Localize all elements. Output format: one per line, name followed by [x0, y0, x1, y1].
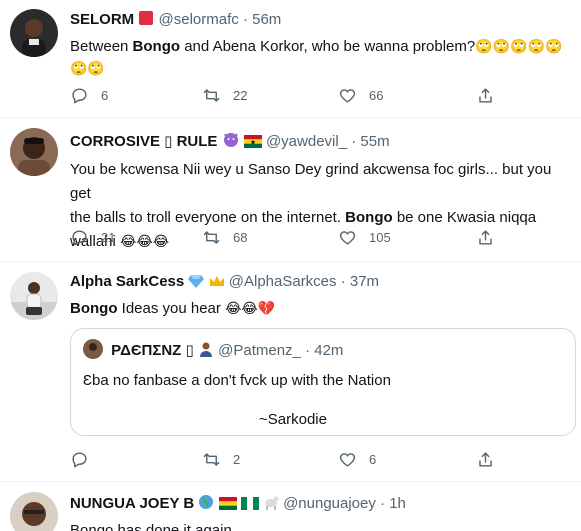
retweet-icon	[203, 89, 220, 102]
author-name[interactable]: Alpha SarkCess	[70, 273, 184, 290]
retweet-count: 2	[233, 452, 241, 467]
quoted-author-name[interactable]: ΡΔЄΠΣΝΖ ▯	[111, 342, 194, 359]
retweet-button[interactable]: 2	[202, 450, 240, 469]
separator-dot: ·	[380, 495, 386, 512]
crown-icon	[209, 274, 225, 294]
timestamp[interactable]: 55m	[360, 133, 389, 150]
share-button[interactable]	[476, 228, 495, 247]
like-count: 66	[369, 88, 384, 103]
like-button[interactable]: 66	[338, 86, 383, 105]
timestamp[interactable]: 1h	[389, 495, 406, 512]
author-handle[interactable]: @selormafc	[159, 11, 239, 28]
reply-icon	[72, 452, 87, 468]
author-handle[interactable]: @AlphaSarkces	[229, 273, 337, 290]
retweet-icon	[203, 231, 220, 244]
separator-dot: ·	[351, 133, 357, 150]
retweet-button[interactable]: 22	[202, 86, 247, 105]
author-name[interactable]: CORROSIVE ▯ RULE	[70, 133, 217, 150]
share-icon	[479, 230, 492, 245]
retweet-count: 68	[233, 230, 248, 245]
retweet-icon	[203, 453, 220, 466]
like-button[interactable]: 105	[338, 228, 391, 247]
author-handle[interactable]: @yawdevil_	[266, 133, 347, 150]
red-square-icon	[138, 10, 154, 32]
tweet-actions: 2 6	[70, 450, 500, 470]
emoji-eyeroll: 🙄🙄	[70, 61, 105, 77]
quoted-text: Ɛba no fanbase a don't fvck up with the …	[83, 372, 391, 389]
emoji-laughing-brokenheart: 😂😂💔	[225, 301, 276, 317]
goat-icon	[263, 494, 279, 516]
retweet-button[interactable]: 68	[202, 228, 247, 247]
person-emoji-icon	[198, 341, 214, 361]
ghana-flag-icon	[218, 496, 237, 516]
tweet-alpha-sarkcess[interactable]: Alpha SarkCess @AlphaSarkces · 37m Bongo…	[0, 262, 581, 482]
separator-dot: ·	[242, 11, 248, 28]
like-count: 105	[369, 230, 391, 245]
timestamp[interactable]: 37m	[350, 273, 379, 290]
share-icon	[479, 452, 492, 467]
devil-emoji-icon	[222, 130, 240, 154]
emoji-eyeroll: 🙄🙄🙄🙄🙄	[475, 39, 563, 55]
share-button[interactable]	[476, 450, 495, 469]
quoted-signature: ~Sarkodie	[259, 411, 327, 428]
quoted-avatar[interactable]	[83, 339, 103, 359]
author-handle[interactable]: @nunguajoey	[283, 495, 376, 512]
separator-dot: ·	[305, 342, 311, 359]
share-icon	[479, 88, 492, 103]
author-name[interactable]: SELORM	[70, 11, 134, 28]
reply-button[interactable]: 6	[70, 86, 108, 105]
reply-icon	[72, 88, 87, 104]
tweet-text: Bongo Ideas you hear 😂😂💔	[70, 300, 276, 317]
tweet-nungua-joey[interactable]: NUNGUA JOEY B @nunguajoey · 1h Bongo has…	[0, 482, 581, 531]
reply-button[interactable]: 21	[70, 228, 115, 247]
tweet-actions: 6 22 66	[70, 86, 500, 106]
like-icon	[339, 453, 356, 467]
avatar[interactable]	[10, 492, 58, 531]
tweet-text: Between Bongo and Abena Korkor, who be w…	[70, 38, 563, 77]
tweet-corrosive[interactable]: CORROSIVE ▯ RULE @yawdevil_ · 55m You be…	[0, 118, 581, 262]
globe-icon	[198, 494, 214, 516]
like-button[interactable]: 6	[338, 450, 376, 469]
retweet-count: 22	[233, 88, 248, 103]
reply-button[interactable]	[70, 450, 101, 469]
reply-icon	[72, 230, 87, 246]
nigeria-flag-icon	[240, 496, 259, 516]
author-name[interactable]: NUNGUA JOEY B	[70, 495, 194, 512]
quoted-author-handle[interactable]: @Patmenz_	[218, 342, 301, 359]
share-button[interactable]	[476, 86, 495, 105]
ghana-flag-icon	[243, 134, 262, 154]
avatar[interactable]	[10, 272, 58, 320]
reply-count: 6	[101, 88, 109, 103]
separator-dot: ·	[340, 273, 346, 290]
avatar[interactable]	[10, 128, 58, 176]
reply-count: 21	[101, 230, 116, 245]
quoted-timestamp: 42m	[314, 342, 344, 359]
tweet-text: Bongo has done it again	[70, 522, 232, 531]
gem-icon	[188, 274, 205, 294]
like-count: 6	[369, 452, 377, 467]
avatar[interactable]	[10, 9, 58, 57]
timestamp[interactable]: 56m	[252, 11, 281, 28]
quoted-tweet[interactable]: ΡΔЄΠΣΝΖ ▯ @Patmenz_ · 42m Ɛba no fanbase…	[70, 328, 576, 436]
tweet-actions: 21 68 105	[70, 228, 500, 248]
like-icon	[339, 231, 356, 245]
tweet-selorm[interactable]: SELORM @selormafc · 56m Between Bongo an…	[0, 0, 581, 118]
like-icon	[339, 89, 356, 103]
